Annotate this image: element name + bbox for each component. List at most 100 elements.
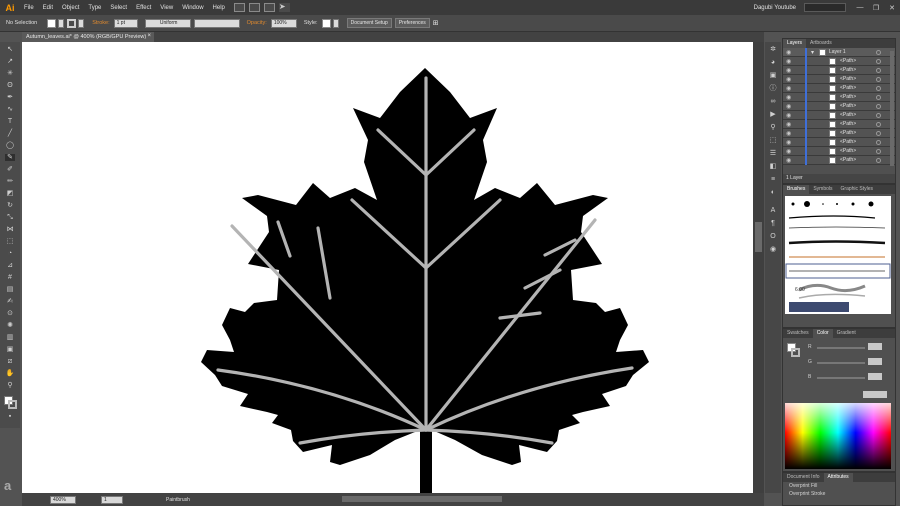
target-circle-icon[interactable]: [876, 77, 881, 82]
path-name[interactable]: <Path>: [840, 58, 856, 64]
path-name[interactable]: <Path>: [840, 130, 856, 136]
target-circle-icon[interactable]: [876, 149, 881, 154]
target-circle-icon[interactable]: [876, 95, 881, 100]
layer-row-path[interactable]: ◉ <Path>: [783, 93, 895, 102]
tab-swatches[interactable]: Swatches: [783, 329, 813, 338]
visibility-eye-icon[interactable]: ◉: [786, 103, 791, 110]
path-name[interactable]: <Path>: [840, 112, 856, 118]
red-slider[interactable]: [817, 347, 865, 349]
layer-row-path[interactable]: ◉ <Path>: [783, 129, 895, 138]
color-spectrum[interactable]: [785, 403, 891, 469]
transform-icon[interactable]: ⬚: [768, 137, 778, 145]
layer-row-path[interactable]: ◉ <Path>: [783, 120, 895, 129]
brush-pattern-preview[interactable]: [789, 302, 849, 312]
menu-object[interactable]: Object: [62, 5, 79, 11]
ellipse-tool-icon[interactable]: ◯: [5, 142, 15, 149]
bridge-button[interactable]: [233, 3, 245, 12]
brush-stroke-7[interactable]: [798, 293, 866, 299]
horizontal-scroll-thumb[interactable]: [342, 496, 502, 502]
brush-dot-6[interactable]: [868, 201, 874, 207]
brush-stroke-3[interactable]: [788, 240, 886, 245]
arrange-icon[interactable]: ⊞: [433, 19, 439, 27]
restore-button[interactable]: ❐: [868, 0, 884, 15]
search-input[interactable]: [804, 3, 846, 12]
visibility-eye-icon[interactable]: ◉: [786, 85, 791, 92]
color-mode-icon[interactable]: ▪: [5, 413, 15, 420]
stroke-weight-field[interactable]: 1 pt: [113, 18, 138, 28]
target-circle-icon[interactable]: [876, 158, 881, 163]
stroke-color-box[interactable]: [8, 400, 17, 409]
selection-tool-icon[interactable]: ↖: [5, 46, 15, 53]
artboard-canvas[interactable]: [22, 42, 753, 493]
blue-value-field[interactable]: [868, 373, 882, 380]
color-guide-icon[interactable]: ◕: [768, 59, 778, 67]
visibility-eye-icon[interactable]: ◉: [786, 67, 791, 74]
opacity-field[interactable]: 100%: [270, 18, 297, 28]
target-circle-icon[interactable]: [876, 140, 881, 145]
paintbrush-tool-icon[interactable]: ✎: [5, 154, 15, 161]
properties-icon[interactable]: ✲: [768, 46, 778, 54]
slice-tool-icon[interactable]: ⧄: [5, 358, 15, 365]
shaper-tool-icon[interactable]: ✐: [5, 166, 15, 173]
blue-slider[interactable]: [817, 377, 865, 379]
menu-type[interactable]: Type: [88, 5, 101, 11]
tab-attributes[interactable]: Attributes: [823, 473, 853, 482]
glyphs-icon[interactable]: ◉: [768, 246, 778, 254]
opentype-icon[interactable]: O: [768, 233, 778, 241]
direct-selection-tool-icon[interactable]: ↗: [5, 58, 15, 65]
paragraph-icon[interactable]: ¶: [768, 220, 778, 228]
menu-edit[interactable]: Edit: [43, 5, 53, 11]
visibility-eye-icon[interactable]: ◉: [786, 49, 791, 56]
path-name[interactable]: <Path>: [840, 148, 856, 154]
tab-document-info[interactable]: Document Info: [783, 473, 824, 482]
pen-tool-icon[interactable]: ✒: [5, 94, 15, 101]
graphic-style-dropdown[interactable]: [332, 18, 339, 28]
green-value-field[interactable]: [868, 358, 882, 365]
transparency-icon[interactable]: ◐: [768, 189, 778, 197]
visibility-eye-icon[interactable]: ◉: [786, 58, 791, 65]
path-name[interactable]: <Path>: [840, 94, 856, 100]
brush-dot-5[interactable]: [851, 202, 855, 206]
layer-row-path[interactable]: ◉ <Path>: [783, 102, 895, 111]
eraser-tool-icon[interactable]: ◩: [5, 190, 15, 197]
perspective-grid-tool-icon[interactable]: ⊿: [5, 262, 15, 269]
menu-view[interactable]: View: [160, 5, 173, 11]
shape-builder-tool-icon[interactable]: ◔: [5, 250, 15, 257]
brush-stroke-2[interactable]: [788, 226, 886, 229]
close-button[interactable]: ✕: [884, 0, 900, 15]
tab-color[interactable]: Color: [812, 329, 833, 338]
menu-window[interactable]: Window: [182, 5, 203, 11]
artboard-number-field[interactable]: 1: [101, 495, 123, 504]
pencil-tool-icon[interactable]: ✏: [5, 178, 15, 185]
lasso-tool-icon[interactable]: ʘ: [5, 82, 15, 89]
preferences-button[interactable]: Preferences: [394, 18, 430, 28]
stroke-label[interactable]: Stroke:: [92, 20, 109, 26]
tab-gradient[interactable]: Gradient: [833, 329, 860, 338]
menu-select[interactable]: Select: [110, 5, 127, 11]
path-name[interactable]: <Path>: [840, 157, 856, 163]
path-name[interactable]: <Path>: [840, 103, 856, 109]
visibility-eye-icon[interactable]: ◉: [786, 94, 791, 101]
layer-row-path[interactable]: ◉ <Path>: [783, 75, 895, 84]
zoom-field[interactable]: 400%: [50, 495, 76, 504]
gpu-performance-button[interactable]: [263, 3, 275, 12]
stroke-color-chip[interactable]: [791, 348, 800, 357]
menu-file[interactable]: File: [24, 5, 34, 11]
blend-tool-icon[interactable]: ⊙: [5, 310, 15, 317]
visibility-eye-icon[interactable]: ◉: [786, 130, 791, 137]
width-tool-icon[interactable]: ⋈: [5, 226, 15, 233]
brush-stroke-6[interactable]: [798, 283, 866, 293]
layer-row-path[interactable]: ◉ <Path>: [783, 156, 895, 165]
opacity-label[interactable]: Opacity:: [247, 20, 267, 26]
brush-dot-4[interactable]: [836, 203, 838, 205]
visibility-eye-icon[interactable]: ◉: [786, 76, 791, 83]
layer-row-path[interactable]: ◉ <Path>: [783, 111, 895, 120]
arrange-documents-button[interactable]: [248, 3, 260, 12]
brush-definition-dropdown[interactable]: [193, 18, 240, 28]
tab-brushes[interactable]: Brushes: [783, 185, 810, 194]
expand-arrow-icon[interactable]: ▾: [811, 49, 814, 56]
menu-effect[interactable]: Effect: [136, 5, 151, 11]
tab-layers[interactable]: Layers: [783, 39, 807, 48]
appearance-icon[interactable]: ▣: [768, 72, 778, 80]
target-circle-icon[interactable]: [876, 68, 881, 73]
